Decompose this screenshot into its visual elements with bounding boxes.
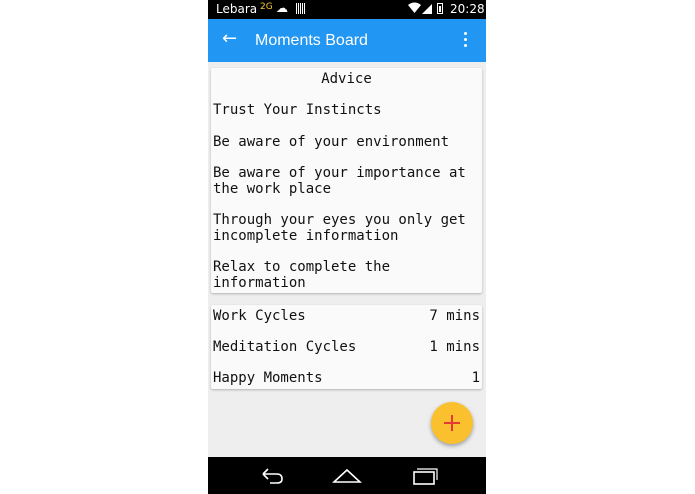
network-type: 2G	[260, 2, 273, 12]
clock: 20:28	[450, 2, 485, 16]
stat-label: Happy Moments	[213, 370, 323, 386]
plus-icon	[444, 415, 460, 431]
stat-value: 1 mins	[429, 339, 480, 355]
stat-value: 7 mins	[429, 308, 480, 324]
cloud-upload-icon: ☁	[276, 1, 288, 15]
status-bar: Lebara 2G ☁ 20:28	[208, 0, 486, 19]
advice-item: Trust Your Instincts	[213, 102, 382, 118]
wifi-icon	[408, 2, 421, 16]
back-arrow-icon[interactable]: ←	[222, 28, 237, 50]
advice-item: Relax to complete the information	[213, 259, 391, 291]
advice-item: Through your eyes you only get incomplet…	[213, 212, 466, 244]
nav-back-icon[interactable]	[256, 466, 286, 486]
nav-recents-icon[interactable]	[409, 466, 439, 486]
stat-value: 1	[471, 370, 480, 386]
stat-row-work-cycles: Work Cycles 7 mins	[213, 308, 480, 326]
advice-item: Be aware of your importance at the work …	[213, 165, 466, 197]
carrier-label: Lebara	[216, 2, 258, 16]
overflow-menu-icon[interactable]	[460, 31, 470, 49]
stat-row-happy-moments: Happy Moments 1	[213, 370, 480, 388]
battery-icon	[437, 3, 443, 14]
app-bar: ← Moments Board	[208, 19, 486, 62]
page-title: Moments Board	[255, 32, 368, 49]
advice-item: Be aware of your environment	[213, 134, 450, 150]
nav-home-icon[interactable]	[331, 466, 363, 486]
add-moment-button[interactable]	[431, 402, 473, 444]
phone-screen: Lebara 2G ☁ 20:28 ← Moments Board Advice…	[208, 0, 486, 494]
sim-icon	[296, 3, 305, 14]
advice-title: Advice	[321, 71, 372, 87]
advice-card: Advice Trust Your Instincts Be aware of …	[211, 68, 482, 293]
stats-card: Work Cycles 7 mins Meditation Cycles 1 m…	[211, 305, 482, 389]
stat-label: Meditation Cycles	[213, 339, 357, 355]
navigation-bar	[208, 457, 486, 494]
signal-icon	[422, 4, 432, 14]
stat-row-meditation-cycles: Meditation Cycles 1 mins	[213, 339, 480, 357]
stat-label: Work Cycles	[213, 308, 306, 324]
